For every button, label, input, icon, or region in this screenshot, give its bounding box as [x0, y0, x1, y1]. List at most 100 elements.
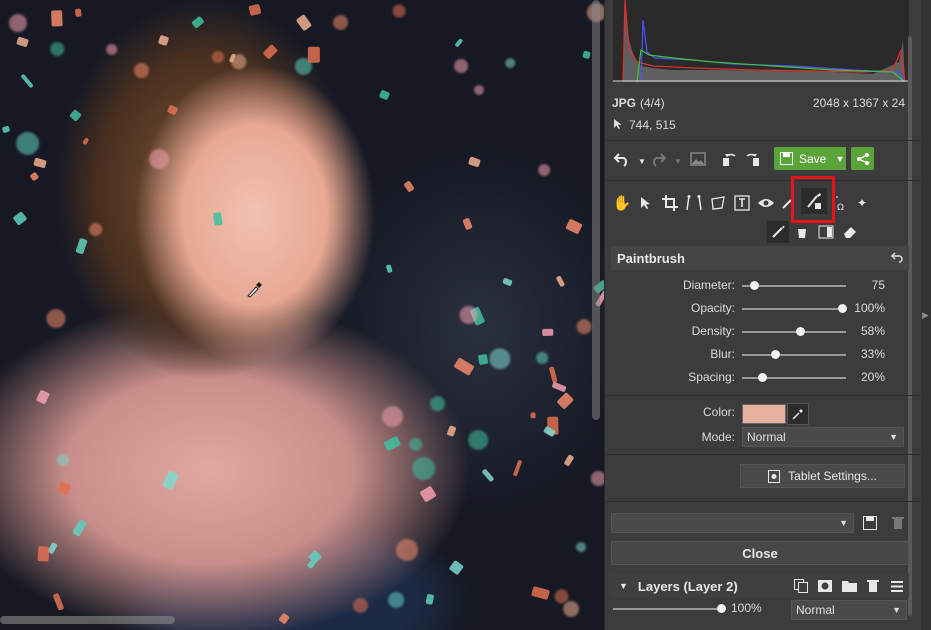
eraser-icon[interactable] — [839, 221, 861, 243]
perspective-icon[interactable] — [683, 192, 705, 214]
rotate-left-icon[interactable] — [719, 148, 741, 170]
collapse-arrow-icon[interactable]: ▼ — [619, 581, 628, 591]
slider-label: Density: — [691, 324, 735, 338]
confetti-piece — [51, 10, 63, 27]
slider-thumb[interactable] — [837, 304, 847, 313]
confetti-piece — [190, 15, 205, 29]
rotate-right-icon[interactable] — [741, 148, 763, 170]
divider — [605, 501, 922, 502]
eyedropper-icon[interactable] — [787, 403, 809, 425]
gradient-fill-icon[interactable] — [815, 221, 837, 243]
slider-track[interactable] — [742, 281, 846, 290]
bokeh-light — [452, 58, 469, 75]
eye-icon[interactable] — [755, 192, 777, 214]
confetti-piece — [383, 436, 402, 452]
hand-icon[interactable]: ✋ — [611, 192, 633, 214]
slider-track[interactable] — [742, 304, 847, 313]
bucket-fill-icon[interactable] — [791, 221, 813, 243]
slider-track[interactable] — [742, 350, 846, 359]
save-button-label: Save — [799, 151, 827, 166]
bokeh-light — [589, 470, 604, 488]
close-button[interactable]: Close — [611, 541, 909, 565]
slider-track[interactable] — [742, 373, 846, 382]
slider-thumb[interactable] — [749, 281, 759, 290]
preset-select[interactable]: ▼ — [611, 513, 854, 533]
confetti-piece — [530, 412, 536, 419]
bokeh-light — [378, 402, 407, 431]
bokeh-light — [485, 344, 515, 374]
confetti-piece — [551, 381, 568, 393]
divider — [605, 140, 922, 141]
reset-icon[interactable] — [891, 252, 903, 263]
bokeh-light — [572, 316, 594, 338]
confetti-piece — [502, 277, 513, 287]
blend-mode-select[interactable]: Normal ▼ — [742, 427, 904, 447]
layer-blend-mode-select[interactable]: Normal ▼ — [791, 600, 907, 620]
slider-track[interactable] — [742, 327, 846, 336]
confetti-piece — [467, 156, 481, 168]
photo-horizontal-scrollbar[interactable] — [0, 616, 175, 624]
photo-vertical-scrollbar[interactable] — [592, 0, 600, 420]
bokeh-light — [533, 349, 552, 368]
bokeh-light — [466, 428, 490, 452]
layer-opacity-thumb[interactable] — [716, 604, 726, 613]
duplicate-layer-icon[interactable] — [790, 575, 812, 597]
redo-icon[interactable] — [647, 148, 669, 170]
confetti-piece — [461, 217, 473, 231]
panel-collapse-handle[interactable]: ▶ — [921, 0, 931, 630]
brush-color-swatch[interactable] — [742, 404, 786, 424]
image-compare-icon[interactable] — [687, 148, 709, 170]
select-arrow-icon[interactable] — [635, 192, 657, 214]
confetti-piece — [565, 218, 583, 235]
slider-thumb[interactable] — [757, 373, 767, 382]
share-button[interactable] — [851, 147, 874, 170]
slider-thumb[interactable] — [795, 327, 805, 336]
confetti-piece — [481, 468, 495, 483]
layers-title: Layers (Layer 2) — [637, 578, 738, 594]
slider-value: 58% — [860, 324, 885, 338]
pointer-icon — [614, 119, 622, 129]
color-label: Color: — [702, 405, 735, 419]
slider-thumb[interactable] — [770, 350, 780, 359]
delete-layer-icon[interactable] — [862, 575, 884, 597]
bokeh-light — [131, 59, 152, 81]
layer-opacity-value: 100% — [731, 601, 762, 615]
bokeh-light — [502, 56, 517, 71]
bokeh-light — [535, 161, 553, 179]
undo-icon[interactable] — [611, 148, 633, 170]
bokeh-light — [11, 127, 44, 160]
bokeh-light — [209, 48, 226, 65]
text-icon[interactable] — [731, 192, 753, 214]
confetti-piece — [446, 424, 457, 437]
layer-opacity-slider[interactable] — [613, 604, 726, 613]
redo-history-dropdown[interactable]: ▼ — [667, 150, 689, 172]
bokeh-light — [146, 146, 172, 172]
save-options-dropdown[interactable]: ▼ — [834, 147, 846, 170]
blend-mode-value: Normal — [747, 430, 786, 444]
layers-menu-icon[interactable] — [886, 575, 908, 597]
bokeh-light — [5, 11, 30, 35]
layer-mask-icon[interactable] — [814, 575, 836, 597]
divider — [605, 395, 922, 396]
chevron-down-icon: ▼ — [892, 605, 901, 615]
magic-icon[interactable]: ✦ — [851, 192, 873, 214]
bokeh-light — [55, 452, 72, 469]
highlight-box — [791, 176, 835, 223]
delete-preset-icon[interactable] — [887, 512, 909, 534]
bokeh-light — [44, 307, 67, 331]
tablet-settings-button[interactable]: Tablet Settings... — [740, 464, 905, 488]
confetti-piece — [454, 38, 464, 49]
paintbrush-section-header[interactable]: Paintbrush — [611, 246, 909, 270]
confetti-piece — [33, 157, 48, 169]
share-icon — [856, 152, 869, 165]
crop-icon[interactable] — [659, 192, 681, 214]
confetti-piece — [12, 211, 28, 227]
mode-label: Mode: — [701, 430, 735, 444]
transform-icon[interactable] — [707, 192, 729, 214]
save-preset-icon[interactable] — [859, 512, 881, 534]
floppy-disk-icon — [780, 152, 793, 165]
folder-icon[interactable] — [838, 575, 860, 597]
confetti-piece — [247, 4, 262, 17]
photo-canvas[interactable] — [0, 0, 604, 630]
paintbrush-tool-icon[interactable] — [767, 221, 789, 243]
